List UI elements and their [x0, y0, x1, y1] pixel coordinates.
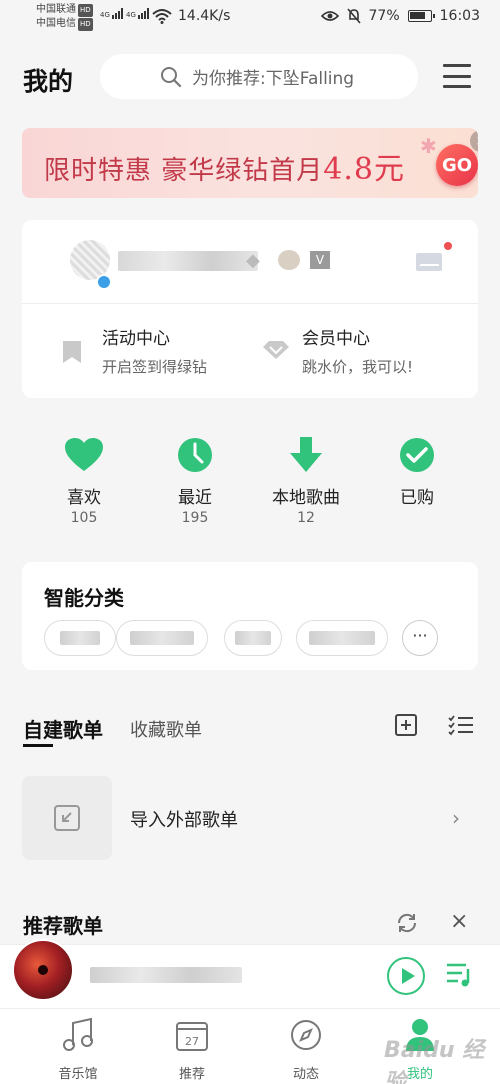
entry-title: 会员中心	[302, 329, 370, 349]
menu-icon	[443, 64, 471, 67]
carrier-2: 中国电信 HD	[36, 18, 93, 31]
promo-banner[interactable]: 限时特惠 豪华绿钻首月4.8元 ✱ GO ×	[22, 128, 478, 198]
recommend-close-icon[interactable]: ×	[450, 909, 468, 934]
entry-subtitle: 跳水价，我可以!	[302, 358, 414, 376]
username-blurred[interactable]	[118, 251, 258, 271]
smart-category-title: 智能分类	[44, 586, 124, 610]
category-chip[interactable]	[296, 620, 388, 656]
category-chip[interactable]	[44, 620, 116, 656]
banner-price: 4.8元	[323, 152, 405, 187]
playlist-queue-icon[interactable]	[446, 961, 474, 989]
heart-icon	[65, 436, 103, 474]
user-card: ◆ V 活动中心 开启签到得绿钻 会员中心 跳水价，我可以!	[22, 220, 478, 398]
recommend-title: 推荐歌单	[23, 914, 103, 938]
download-icon	[287, 436, 325, 474]
import-playlist-label[interactable]: 导入外部歌单	[130, 806, 238, 832]
compass-icon	[291, 1020, 321, 1050]
vip-badge-icon[interactable]: V	[310, 251, 330, 269]
music-note-icon	[63, 1018, 93, 1051]
tab-fav-playlists[interactable]: 收藏歌单	[130, 716, 202, 742]
status-bar: 中国联通 HD 中国电信 HD 4G 4G 14.4K/s 77% 16:03	[0, 0, 500, 36]
bookmark-icon	[63, 341, 81, 363]
battery-percent: 77%	[368, 8, 400, 24]
mute-bell-icon	[346, 8, 361, 24]
status-right: 77% 16:03	[320, 8, 480, 24]
entry-subtitle: 开启签到得绿钻	[102, 358, 208, 376]
go-button[interactable]: GO	[436, 144, 478, 186]
diamond-icon	[263, 341, 289, 359]
diamond-badge-icon[interactable]: ◆	[246, 250, 260, 271]
clock-time: 16:03	[439, 8, 480, 24]
chevron-right-icon[interactable]: ›	[452, 806, 460, 830]
tab-music-hall[interactable]: 音乐馆	[38, 1017, 118, 1082]
manage-list-icon[interactable]	[448, 714, 474, 736]
avatar-badge-icon	[96, 274, 112, 290]
notification-dot	[444, 242, 452, 250]
signal-icon-2: 4G	[126, 8, 149, 19]
play-icon[interactable]	[387, 957, 425, 995]
album-cover[interactable]	[12, 939, 74, 1001]
import-playlist-thumb[interactable]	[22, 776, 112, 860]
calendar-icon: 27	[176, 1022, 208, 1051]
divider	[22, 303, 478, 304]
wifi-icon	[152, 9, 172, 24]
battery-icon	[407, 10, 435, 22]
watermark: Baidu 经验	[384, 1038, 485, 1084]
svg-text:27: 27	[185, 1035, 199, 1048]
tab-self-playlists[interactable]: 自建歌单	[23, 714, 103, 743]
more-categories-button[interactable]: ···	[402, 620, 438, 656]
mini-player[interactable]	[0, 939, 500, 1008]
quick-recent[interactable]: 最近 195	[155, 436, 235, 526]
tab-moments[interactable]: 动态	[266, 1017, 346, 1082]
search-icon	[161, 66, 182, 87]
search-bar[interactable]: 为你推荐:下坠Falling	[100, 54, 418, 99]
quick-local-songs[interactable]: 本地歌曲 12	[266, 436, 346, 526]
check-icon	[398, 436, 436, 474]
category-chip[interactable]	[224, 620, 282, 656]
quick-favorites[interactable]: 喜欢 105	[44, 436, 124, 526]
flower-icon: ✱	[420, 134, 437, 158]
carrier-1: 中国联通 HD	[36, 4, 93, 17]
banner-text: 限时特惠 豪华绿钻首月4.8元	[44, 152, 405, 187]
search-placeholder: 为你推荐:下坠Falling	[192, 69, 355, 89]
entry-title: 活动中心	[102, 329, 170, 349]
import-icon	[54, 805, 80, 831]
category-chip[interactable]	[116, 620, 208, 656]
quick-purchased[interactable]: 已购	[377, 436, 457, 510]
net-speed: 14.4K/s	[178, 8, 231, 24]
add-playlist-icon[interactable]	[395, 714, 417, 736]
signal-icon: 4G	[100, 8, 123, 19]
song-title-blurred[interactable]	[90, 967, 242, 983]
clock-icon	[176, 436, 214, 474]
mail-icon[interactable]	[416, 253, 442, 271]
page-title: 我的	[23, 67, 74, 96]
level-badge-icon[interactable]	[278, 250, 300, 270]
smart-category-card: 智能分类 ···	[22, 562, 478, 670]
tab-recommend[interactable]: 27 推荐	[152, 1017, 232, 1082]
menu-button[interactable]	[443, 64, 471, 88]
active-tab-underline	[23, 744, 53, 747]
refresh-icon[interactable]	[395, 911, 419, 935]
eye-icon	[320, 11, 339, 21]
